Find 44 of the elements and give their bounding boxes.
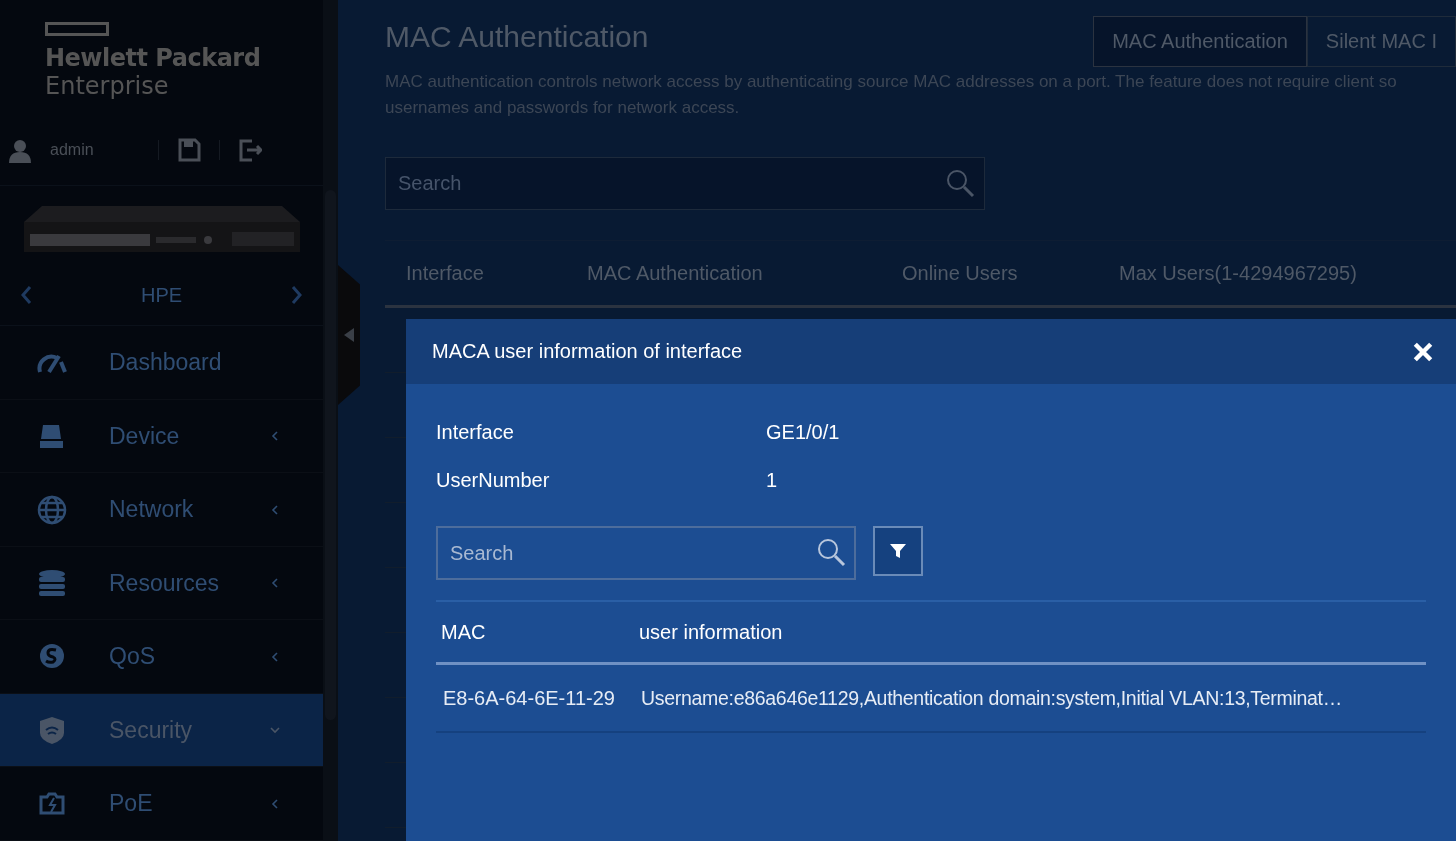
field-label: Interface	[436, 420, 515, 444]
nav-item[interactable]: Resources	[0, 547, 323, 621]
search-icon[interactable]	[945, 168, 975, 198]
triangle-icon[interactable]	[344, 328, 354, 342]
tab[interactable]: MAC Authentication	[1093, 16, 1307, 67]
search-icon[interactable]	[816, 537, 846, 567]
chevron-icon	[269, 797, 281, 810]
chevron-icon	[269, 650, 281, 663]
save-icon[interactable]	[177, 137, 201, 162]
nav-item[interactable]: Network	[0, 473, 323, 547]
chevron-icon	[269, 430, 281, 443]
database-icon	[37, 568, 67, 599]
chevron-icon	[269, 577, 281, 590]
table-cell: Username:e86a646e1129,Authentication domain:system,Initial VLAN:13,Terminat…	[641, 686, 1342, 710]
chevron-icon	[269, 503, 281, 516]
logout-icon[interactable]	[238, 137, 262, 162]
field-label: UserNumber	[436, 468, 551, 492]
tab[interactable]: Silent MAC I	[1306, 16, 1456, 67]
shield-icon	[37, 715, 67, 746]
page-title: MAC Authentication	[385, 20, 649, 54]
nav-item[interactable]: Device	[0, 400, 323, 474]
user-name: admin	[50, 140, 95, 159]
logo-text: Hewlett Packard	[45, 44, 262, 72]
column-header: Online Users	[902, 261, 1019, 285]
column-header: user information	[639, 620, 783, 644]
close-icon[interactable]	[1412, 340, 1434, 363]
funnel-icon	[888, 541, 908, 561]
field-value: GE1/0/1	[766, 420, 840, 444]
column-header: Interface	[406, 261, 485, 285]
device-name: HPE	[140, 283, 183, 307]
column-header: MAC	[441, 620, 487, 644]
table-cell-text: E8-6A-64-6E-11-29	[443, 686, 616, 710]
column-header: MAC Authentication	[587, 261, 764, 285]
search-field[interactable]: Search	[385, 157, 985, 210]
logo-icon	[45, 22, 109, 36]
field-value: 1	[766, 468, 778, 492]
column-header: Max Users(1-4294967295)	[1119, 261, 1357, 285]
filter-button[interactable]	[873, 526, 923, 576]
search-field[interactable]: Search	[436, 526, 856, 580]
logo-text: Enterprise	[45, 72, 170, 100]
globe-icon	[37, 494, 67, 525]
nav-item[interactable]: Security	[0, 694, 323, 768]
dialog-title: MACA user information of interface	[432, 340, 743, 363]
nav-item[interactable]: QoS	[0, 620, 323, 694]
